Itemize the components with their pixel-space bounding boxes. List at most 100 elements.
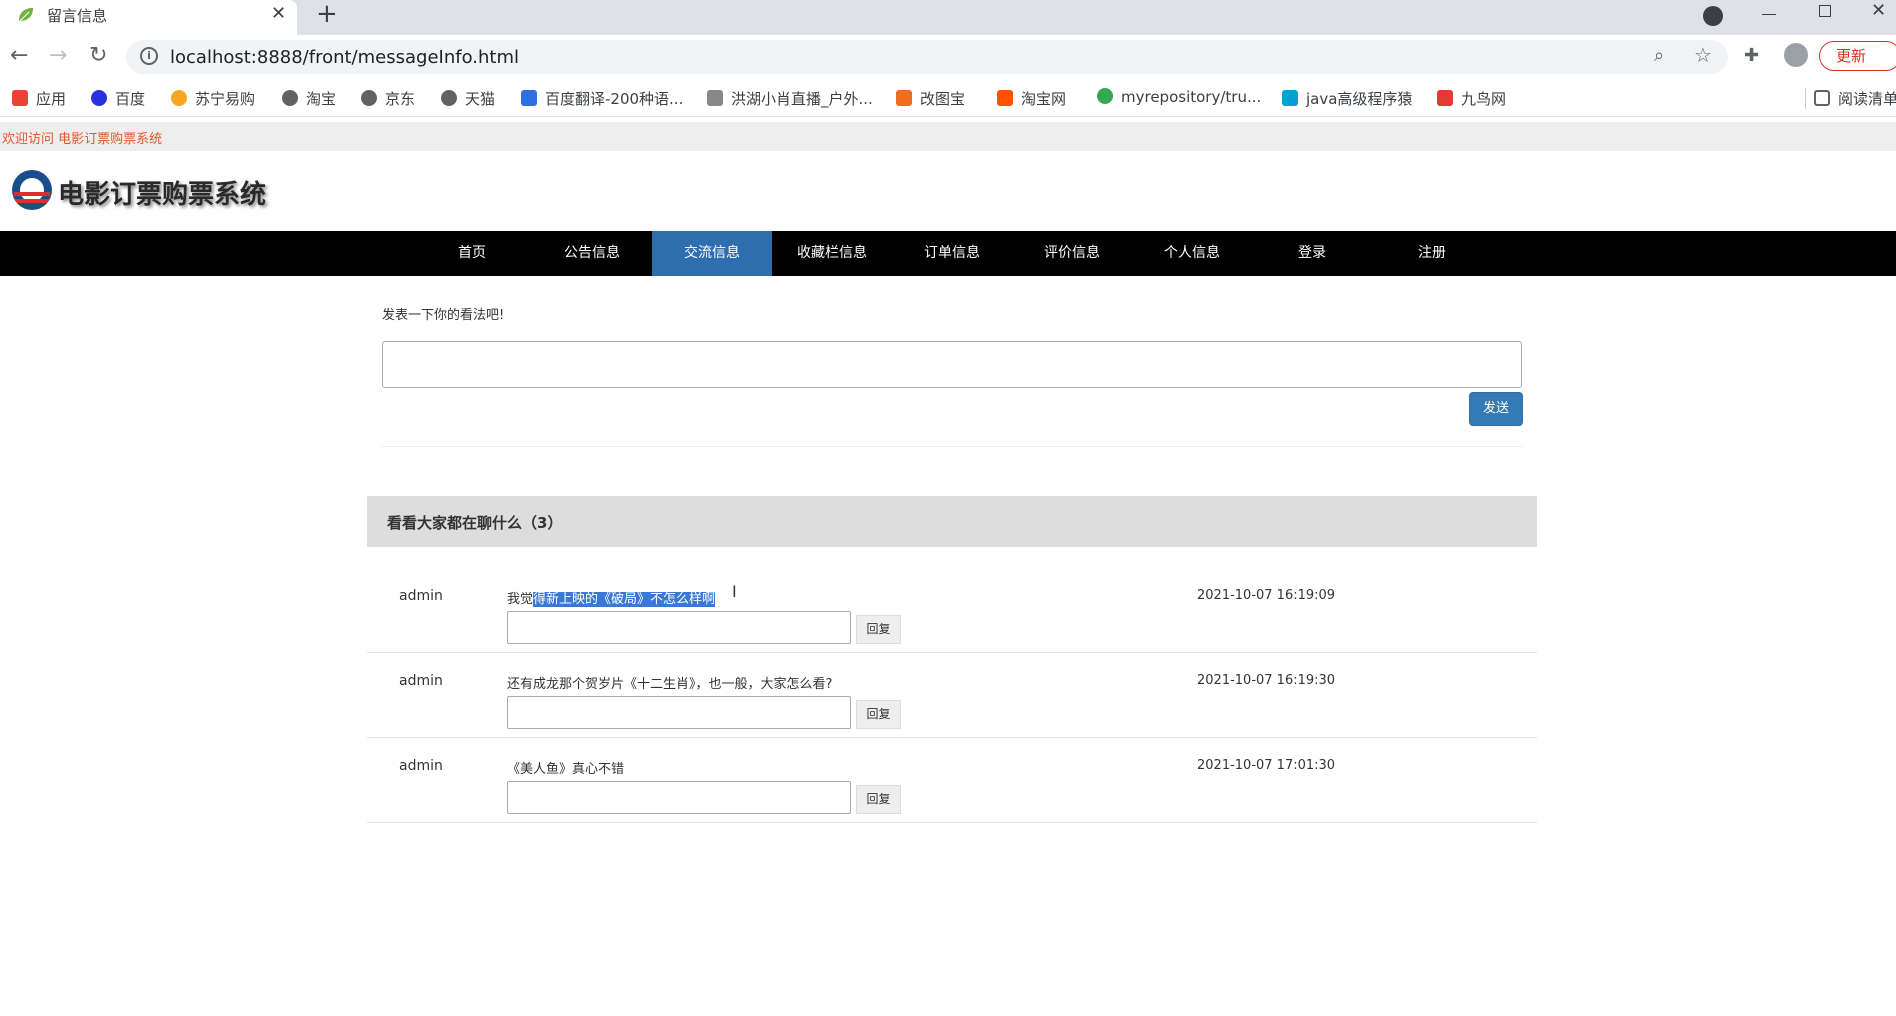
- nav-profile[interactable]: 个人信息: [1132, 231, 1252, 276]
- reply-button[interactable]: 回复: [856, 700, 901, 729]
- bookmark-jd[interactable]: 京东: [361, 88, 415, 109]
- bookmark-baidu[interactable]: 百度: [91, 88, 145, 109]
- bookmark-jiuniao[interactable]: 九鸟网: [1437, 88, 1506, 109]
- reading-list-icon: [1814, 90, 1830, 106]
- message-row: admin 我觉得新上映的《破局》不怎么样啊 2021-10-07 16:19:…: [367, 568, 1537, 653]
- message-user: admin: [399, 673, 443, 689]
- jiuniao-bird-icon: [1437, 90, 1453, 106]
- tab-strip: 留言信息 ✕ + ✕: [0, 0, 1896, 35]
- bookmark-label: java高级程序猿: [1306, 90, 1413, 108]
- message-time: 2021-10-07 16:19:09: [1197, 588, 1336, 603]
- bookmark-label: 九鸟网: [1461, 90, 1507, 108]
- bookmark-tmall[interactable]: 天猫: [441, 88, 495, 109]
- bookmark-label: 京东: [385, 90, 416, 108]
- bookmarks-bar: 应用 百度 苏宁易购 淘宝 京东 天猫 百度翻译-200种语... 洪湖小肖直播…: [0, 79, 1896, 117]
- reply-input[interactable]: [507, 781, 851, 814]
- nav-login[interactable]: 登录: [1252, 231, 1372, 276]
- bookmark-label: myrepository/tru...: [1121, 88, 1262, 106]
- close-tab-icon[interactable]: ✕: [271, 3, 286, 24]
- url-text: localhost:8888/front/messageInfo.html: [170, 47, 519, 68]
- new-tab-button[interactable]: +: [316, 0, 338, 28]
- logo-stripe: [14, 192, 50, 196]
- bookmark-label: 百度: [115, 90, 146, 108]
- main-nav: 首页 公告信息 交流信息 收藏栏信息 订单信息 评价信息 个人信息 登录 注册: [0, 231, 1896, 276]
- bookmark-honghu[interactable]: 洪湖小肖直播_户外...: [707, 88, 873, 109]
- message-content-pre: 我觉: [507, 592, 534, 607]
- bookmark-star-icon[interactable]: ☆: [1694, 43, 1712, 67]
- reading-list-label: 阅读清单: [1838, 90, 1896, 108]
- chrome-icon: [1097, 88, 1113, 104]
- restore-icon[interactable]: [1819, 5, 1831, 17]
- bookmark-label: 淘宝网: [1021, 90, 1067, 108]
- post-label: 发表一下你的看法吧!: [382, 308, 505, 323]
- profile-avatar-icon[interactable]: [1784, 43, 1808, 67]
- message-time: 2021-10-07 16:19:30: [1197, 673, 1336, 688]
- bookmark-gaitubao[interactable]: 改图宝: [896, 88, 965, 109]
- logo-stripe: [14, 199, 50, 203]
- bookmark-label: 百度翻译-200种语...: [545, 90, 684, 108]
- chat-header-title: 看看大家都在聊什么（3）: [387, 514, 563, 532]
- message-user: admin: [399, 588, 443, 604]
- bookmark-myrepository[interactable]: myrepository/tru...: [1097, 88, 1261, 106]
- update-label: 更新: [1836, 47, 1867, 65]
- zoom-icon[interactable]: ⌕: [1654, 45, 1664, 66]
- bookmark-baidu-translate[interactable]: 百度翻译-200种语...: [521, 88, 683, 109]
- update-button[interactable]: 更新: [1819, 41, 1896, 71]
- extensions-icon[interactable]: ✚: [1744, 45, 1759, 66]
- post-message-input[interactable]: [382, 341, 1522, 388]
- message-content: 《美人鱼》真心不错: [507, 762, 625, 777]
- site-title: 电影订票购票系统: [58, 180, 267, 210]
- message-row: admin 《美人鱼》真心不错 2021-10-07 17:01:30 回复: [367, 738, 1537, 823]
- site-logo-icon: [12, 170, 52, 210]
- nav-home[interactable]: 首页: [412, 231, 532, 276]
- nav-messages[interactable]: 交流信息: [652, 231, 772, 276]
- back-icon[interactable]: ←: [10, 45, 28, 67]
- reply-input[interactable]: [507, 611, 851, 644]
- reading-list[interactable]: 阅读清单: [1805, 88, 1896, 109]
- globe-icon: [441, 90, 457, 106]
- reply-input[interactable]: [507, 696, 851, 729]
- globe-icon: [361, 90, 377, 106]
- minimize-icon[interactable]: [1762, 14, 1776, 15]
- send-button[interactable]: 发送: [1469, 392, 1523, 426]
- bookmark-label: 改图宝: [920, 90, 966, 108]
- address-bar[interactable]: i localhost:8888/front/messageInfo.html …: [126, 40, 1728, 74]
- tab-search-icon[interactable]: [1703, 6, 1723, 26]
- bookmark-label: 天猫: [465, 90, 496, 108]
- nav-register[interactable]: 注册: [1372, 231, 1492, 276]
- bookmark-taobao[interactable]: 淘宝: [282, 88, 336, 109]
- apps-grid-icon: [12, 90, 28, 106]
- reload-icon[interactable]: ↻: [89, 45, 107, 67]
- bookmark-label: 淘宝: [306, 90, 337, 108]
- close-window-icon[interactable]: ✕: [1871, 0, 1886, 21]
- bookmark-java[interactable]: java高级程序猿: [1282, 88, 1412, 109]
- reply-button[interactable]: 回复: [856, 615, 901, 644]
- info-icon[interactable]: i: [140, 47, 158, 65]
- browser-tab[interactable]: 留言信息 ✕: [0, 0, 297, 35]
- leaf-icon: [19, 8, 33, 22]
- message-row: admin 还有成龙那个贺岁片《十二生肖》，也一般，大家怎么看? 2021-10…: [367, 653, 1537, 738]
- bookmark-label: 洪湖小肖直播_户外...: [731, 90, 873, 108]
- reply-button[interactable]: 回复: [856, 785, 901, 814]
- bilibili-icon: [1282, 90, 1298, 106]
- welcome-bar: 欢迎访问 电影订票购票系统: [0, 122, 1896, 151]
- message-content-selected: 得新上映的《破局》不怎么样啊: [533, 592, 716, 607]
- chat-header: 看看大家都在聊什么（3）: [367, 496, 1537, 547]
- bookmark-label: 应用: [36, 90, 67, 108]
- taobao-icon: [997, 90, 1013, 106]
- bookmark-label: 苏宁易购: [195, 90, 256, 108]
- browser-toolbar: ← → ↻ i localhost:8888/front/messageInfo…: [0, 35, 1896, 79]
- nav-favorites[interactable]: 收藏栏信息: [772, 231, 892, 276]
- message-time: 2021-10-07 17:01:30: [1197, 758, 1336, 773]
- forward-icon[interactable]: →: [49, 45, 67, 67]
- bookmark-suning[interactable]: 苏宁易购: [171, 88, 255, 109]
- nav-announcements[interactable]: 公告信息: [532, 231, 652, 276]
- bookmark-apps[interactable]: 应用: [12, 88, 66, 109]
- nav-orders[interactable]: 订单信息: [892, 231, 1012, 276]
- bookmark-taobaowang[interactable]: 淘宝网: [997, 88, 1066, 109]
- tab-title: 留言信息: [47, 7, 108, 25]
- message-user: admin: [399, 758, 443, 774]
- nav-reviews[interactable]: 评价信息: [1012, 231, 1132, 276]
- bird-icon: [707, 90, 723, 106]
- translate-icon: [521, 90, 537, 106]
